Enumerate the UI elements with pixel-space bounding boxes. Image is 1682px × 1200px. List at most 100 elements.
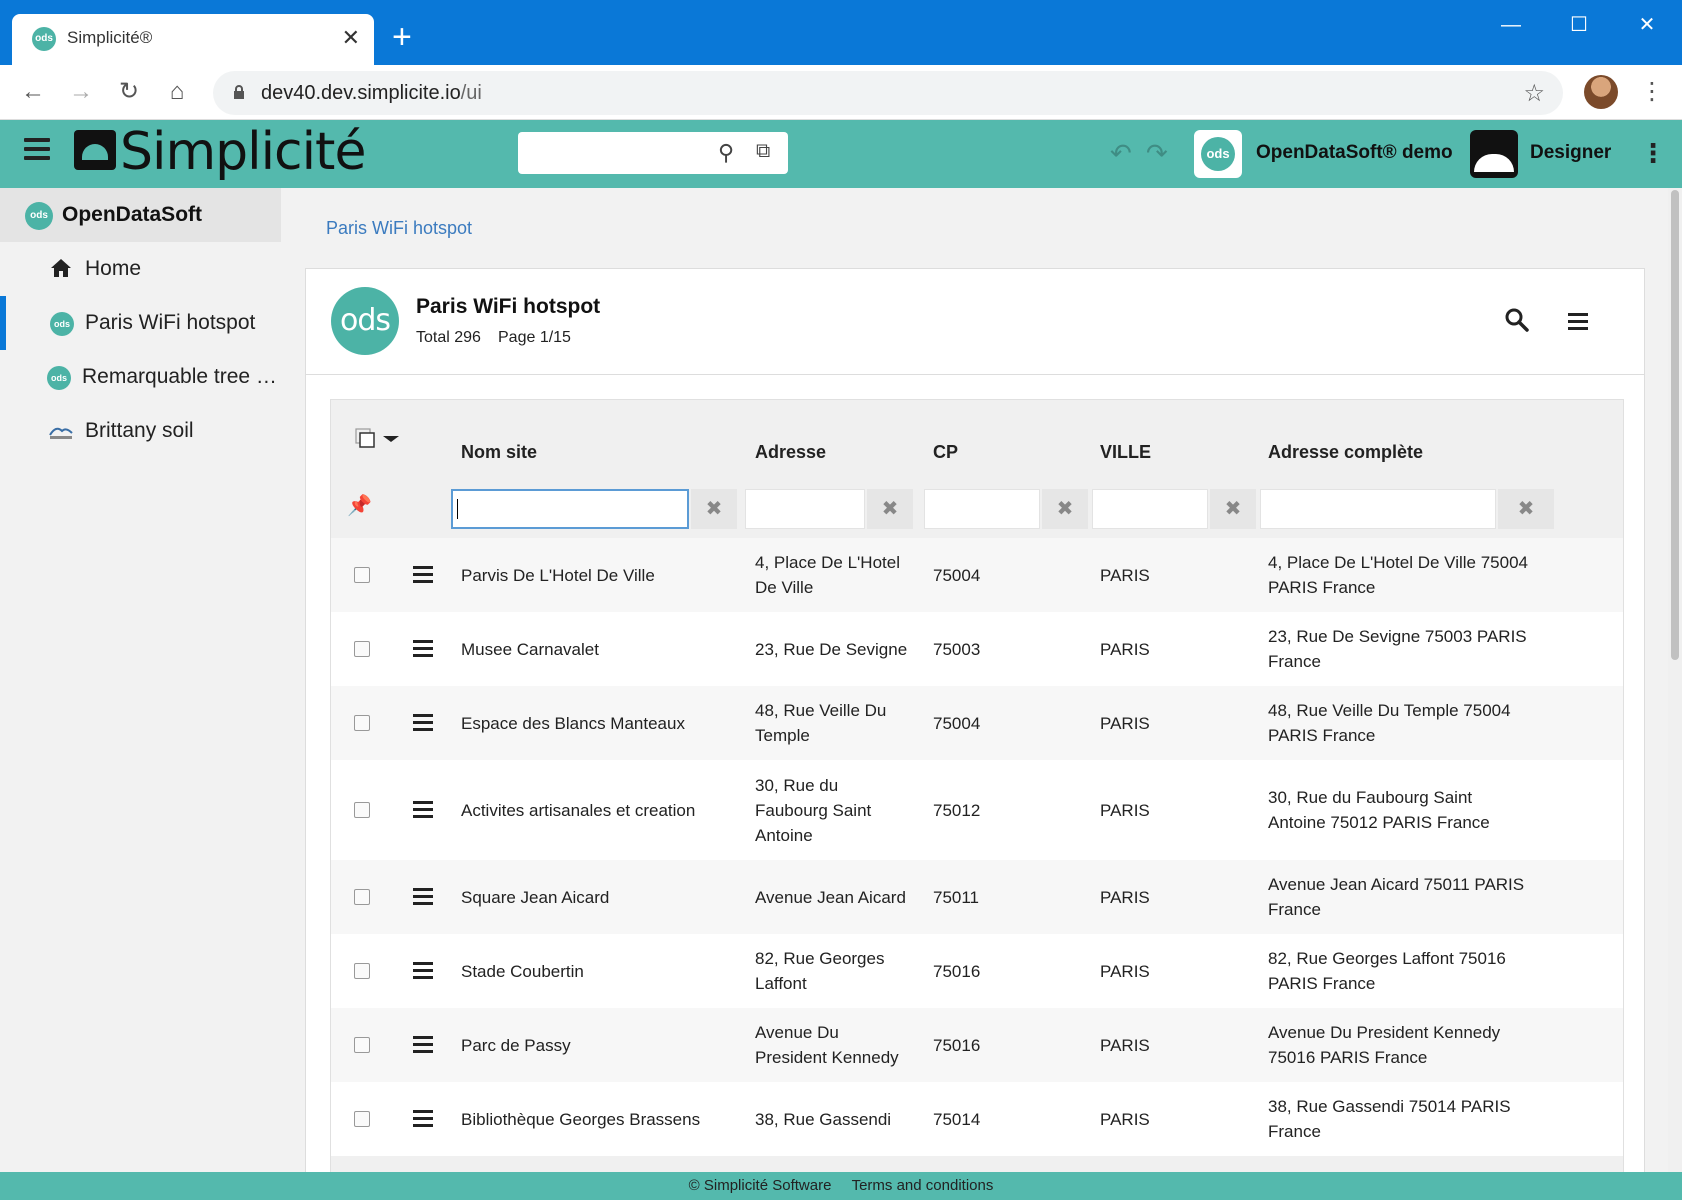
- sidebar-group-opendatasoft[interactable]: ods OpenDataSoft: [0, 188, 281, 242]
- cell-nom-site[interactable]: Musee Carnavalet: [461, 637, 599, 662]
- scrollbar-thumb[interactable]: [1671, 190, 1679, 660]
- clear-filter-icon[interactable]: ✖: [867, 489, 913, 529]
- column-header-cp[interactable]: CP: [933, 442, 958, 463]
- table-row[interactable]: Musee Carnavalet 23, Rue De Sevigne 75003 P…: [331, 612, 1623, 686]
- back-icon[interactable]: ←: [18, 77, 48, 107]
- cell-nom-site[interactable]: Bibliothèque Georges Brassens: [461, 1107, 700, 1132]
- row-checkbox[interactable]: [354, 641, 370, 657]
- sidebar-item-paris-wifi[interactable]: ods Paris WiFi hotspot: [0, 296, 281, 350]
- filter-adresse-input[interactable]: [745, 489, 865, 529]
- table-row[interactable]: Parc de Passy Avenue Du President Kennedy 7…: [331, 1008, 1623, 1082]
- row-menu-icon[interactable]: [413, 962, 433, 980]
- sidebar-item-home[interactable]: Home: [0, 242, 281, 296]
- redo-icon[interactable]: ↷: [1146, 138, 1168, 169]
- filter-ville-input[interactable]: [1092, 489, 1208, 529]
- breadcrumb[interactable]: Paris WiFi hotspot: [326, 218, 472, 239]
- cell-nom-site[interactable]: Stade Coubertin: [461, 959, 584, 984]
- tab-close-icon[interactable]: ✕: [342, 25, 360, 51]
- cell-nom-site[interactable]: Parvis De L'Hotel De Ville: [461, 563, 655, 588]
- cell-cp: 75014: [933, 1109, 981, 1129]
- row-menu-icon[interactable]: [413, 714, 433, 732]
- row-checkbox[interactable]: [354, 1037, 370, 1053]
- reload-icon[interactable]: ↻: [114, 77, 144, 107]
- filter-cp-input[interactable]: [924, 489, 1040, 529]
- list-menu-icon[interactable]: [1568, 313, 1588, 331]
- list-card: ods Paris WiFi hotspot Total 296 Page 1/…: [305, 268, 1645, 1189]
- user-name[interactable]: Designer: [1530, 142, 1611, 164]
- row-menu-icon[interactable]: [413, 888, 433, 906]
- table-row[interactable]: Activites artisanales et creation 30, Rue…: [331, 760, 1623, 860]
- profile-avatar[interactable]: [1584, 75, 1618, 109]
- cell-adresse-complete-line: Avenue Du President Kennedy: [1268, 1023, 1501, 1042]
- table-row[interactable]: Square Jean Aicard Avenue Jean Aicard 7501…: [331, 860, 1623, 934]
- search-icon[interactable]: [1504, 307, 1530, 333]
- row-checkbox[interactable]: [354, 889, 370, 905]
- pin-icon[interactable]: 📌: [347, 493, 372, 518]
- row-menu-icon[interactable]: [413, 801, 433, 819]
- sidebar-item-brittany-soil[interactable]: Brittany soil: [0, 404, 281, 458]
- page-scrollbar[interactable]: [1668, 188, 1682, 1172]
- cell-cp: 75016: [933, 961, 981, 981]
- column-header-nom-site[interactable]: Nom site: [461, 442, 537, 463]
- bookmark-star-icon[interactable]: ☆: [1523, 79, 1545, 108]
- cell-nom-site[interactable]: Espace des Blancs Manteaux: [461, 711, 685, 736]
- row-menu-icon[interactable]: [413, 640, 433, 658]
- row-checkbox[interactable]: [354, 567, 370, 583]
- global-search-input[interactable]: ⚲ ⧉: [518, 132, 788, 174]
- cell-adresse-complete-line: PARIS France: [1268, 974, 1376, 993]
- table-row[interactable]: Espace des Blancs Manteaux 48, Rue Veille…: [331, 686, 1623, 760]
- column-header-adresse[interactable]: Adresse: [755, 442, 826, 463]
- cell-nom-site[interactable]: Activites artisanales et creation: [461, 798, 695, 823]
- chevron-down-icon[interactable]: [383, 436, 399, 442]
- minimize-icon[interactable]: —: [1486, 10, 1536, 40]
- scope-name[interactable]: OpenDataSoft® demo: [1256, 142, 1453, 164]
- column-header-adresse-complete[interactable]: Adresse complète: [1268, 442, 1423, 463]
- undo-icon[interactable]: ↶: [1110, 138, 1132, 169]
- filter-nom-site-input[interactable]: [451, 489, 689, 529]
- table-row[interactable]: Parvis De L'Hotel De Ville 4, Place De L'…: [331, 538, 1623, 612]
- table-row[interactable]: Stade Coubertin 82, Rue Georges Laffont 750…: [331, 934, 1623, 1008]
- new-tab-icon[interactable]: +: [392, 20, 412, 54]
- cell-adresse-line: Antoine: [755, 825, 813, 845]
- row-menu-icon[interactable]: [413, 1036, 433, 1054]
- footer: © Simplicité Software Terms and conditio…: [0, 1172, 1682, 1200]
- browser-tab[interactable]: ods Simplicité® ✕: [12, 14, 374, 65]
- row-menu-icon[interactable]: [413, 1110, 433, 1128]
- browser-menu-icon[interactable]: ⋮: [1640, 77, 1664, 106]
- clear-filter-icon[interactable]: ✖: [691, 489, 737, 529]
- sidebar-item-label: Paris WiFi hotspot: [85, 311, 256, 334]
- address-bar[interactable]: dev40.dev.simplicite.io/ui ☆: [213, 71, 1563, 115]
- row-menu-icon[interactable]: [413, 566, 433, 584]
- scope-logo[interactable]: ods: [1194, 130, 1242, 178]
- cell-adresse-line: President Kennedy: [755, 1048, 899, 1067]
- cell-nom-site[interactable]: Square Jean Aicard: [461, 885, 609, 910]
- app-logo-text: Simplicité: [120, 122, 366, 182]
- filter-adresse-complete-input[interactable]: [1260, 489, 1496, 529]
- clear-filter-icon[interactable]: ✖: [1042, 489, 1088, 529]
- sidebar-item-remarquable-tree[interactable]: ods Remarquable tree …: [0, 350, 281, 404]
- external-link-icon[interactable]: ⧉: [756, 140, 770, 163]
- terms-link[interactable]: Terms and conditions: [852, 1177, 994, 1194]
- search-icon[interactable]: ⚲: [718, 140, 734, 166]
- maximize-icon[interactable]: ☐: [1554, 10, 1604, 40]
- clear-filter-icon[interactable]: ✖: [1210, 489, 1256, 529]
- bulk-select-icon[interactable]: [355, 428, 375, 448]
- window-close-icon[interactable]: ✕: [1622, 10, 1672, 40]
- home-browser-icon[interactable]: ⌂: [162, 77, 192, 107]
- row-checkbox[interactable]: [354, 1111, 370, 1127]
- menu-toggle-icon[interactable]: [24, 138, 50, 160]
- cell-adresse-complete-line: 75016 PARIS France: [1268, 1048, 1428, 1067]
- clear-filter-icon[interactable]: ✖: [1498, 489, 1554, 529]
- user-avatar[interactable]: [1470, 130, 1518, 178]
- row-checkbox[interactable]: [354, 715, 370, 731]
- column-header-ville[interactable]: VILLE: [1100, 442, 1151, 463]
- forward-icon[interactable]: →: [66, 77, 96, 107]
- browser-navbar: ← → ↻ ⌂ dev40.dev.simplicite.io/ui ☆ ⋮: [0, 65, 1682, 120]
- cell-adresse-complete-line: France: [1268, 652, 1321, 671]
- cell-ville: PARIS: [1100, 565, 1150, 585]
- row-checkbox[interactable]: [354, 802, 370, 818]
- cell-nom-site[interactable]: Parc de Passy: [461, 1033, 571, 1058]
- table-row[interactable]: Bibliothèque Georges Brassens 38, Rue Gas…: [331, 1082, 1623, 1156]
- app-menu-icon[interactable]: ⋮: [1640, 138, 1666, 169]
- row-checkbox[interactable]: [354, 963, 370, 979]
